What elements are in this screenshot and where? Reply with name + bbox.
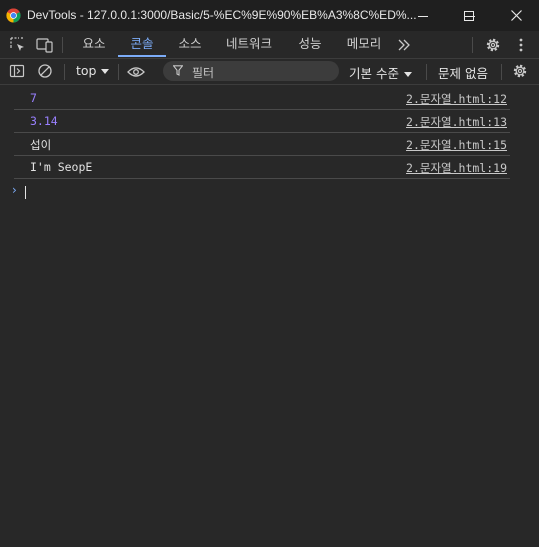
clear-icon xyxy=(38,64,52,78)
minimize-button-alt[interactable] xyxy=(400,0,446,31)
context-selector[interactable]: top xyxy=(76,63,110,78)
chevron-double-right-icon xyxy=(398,39,410,51)
close-icon xyxy=(510,10,522,21)
log-levels-dropdown[interactable]: 기본 수준 xyxy=(349,63,412,82)
chrome-logo-icon xyxy=(6,8,21,23)
divider xyxy=(64,64,65,80)
filter-placeholder: 필터 xyxy=(192,66,215,80)
console-prompt-icon: › xyxy=(12,183,17,197)
divider xyxy=(426,64,427,80)
console-message-text: 7 xyxy=(30,91,37,105)
device-icon xyxy=(36,38,53,53)
device-toolbar-button[interactable] xyxy=(36,36,54,54)
panel-tab-bar: 요소 콘솔 소스 네트워크 성능 메모리 xyxy=(0,31,539,59)
tab-console[interactable]: 콘솔 xyxy=(122,31,162,58)
tab-elements[interactable]: 요소 xyxy=(74,31,114,58)
more-tabs-button[interactable] xyxy=(395,36,413,54)
window-title: DevTools - 127.0.0.1:3000/Basic/5-%EC%9E… xyxy=(27,8,417,22)
context-label: top xyxy=(76,63,97,78)
eye-icon xyxy=(127,67,145,77)
tab-performance[interactable]: 성능 xyxy=(290,31,330,58)
maximize-icon xyxy=(464,10,474,21)
console-toolbar: top 필터 기본 수준 문제 없음 xyxy=(0,59,539,85)
console-message-row: I'm SeopE 2.문자열.html:19 xyxy=(0,155,510,178)
filter-input[interactable]: 필터 xyxy=(163,61,339,81)
sidebar-toggle-icon xyxy=(9,64,25,78)
settings-button[interactable] xyxy=(484,36,502,54)
console-settings-button[interactable] xyxy=(511,62,529,80)
live-expression-button[interactable] xyxy=(126,63,146,81)
source-link[interactable]: 2.문자열.html:19 xyxy=(406,160,507,176)
more-options-button[interactable] xyxy=(512,36,530,54)
console-message-text: I'm SeopE xyxy=(30,160,93,174)
chevron-down-icon xyxy=(101,69,110,74)
console-message-text: 섭이 xyxy=(30,138,52,152)
tab-sources[interactable]: 소스 xyxy=(170,31,210,58)
issues-button[interactable]: 문제 없음 xyxy=(438,63,488,82)
maximize-button[interactable] xyxy=(446,0,492,31)
active-tab-indicator xyxy=(118,55,166,57)
tab-network[interactable]: 네트워크 xyxy=(218,31,280,58)
gear-icon xyxy=(486,38,500,52)
inspect-icon xyxy=(10,37,24,51)
divider xyxy=(501,64,502,80)
show-sidebar-button[interactable] xyxy=(8,62,26,80)
gear-icon xyxy=(513,64,527,78)
title-bar: DevTools - 127.0.0.1:3000/Basic/5-%EC%9E… xyxy=(0,0,539,31)
divider xyxy=(62,37,63,53)
source-link[interactable]: 2.문자열.html:15 xyxy=(406,137,507,153)
log-levels-label: 기본 수준 xyxy=(349,66,399,81)
console-message-row: 3.14 2.문자열.html:13 xyxy=(0,109,510,132)
divider xyxy=(118,64,119,80)
chevron-down-icon xyxy=(403,72,412,77)
source-link[interactable]: 2.문자열.html:13 xyxy=(406,114,507,130)
source-link[interactable]: 2.문자열.html:12 xyxy=(406,91,507,107)
inspect-element-button[interactable] xyxy=(9,36,27,54)
console-message-text: 3.14 xyxy=(30,114,58,128)
row-divider xyxy=(14,178,510,179)
minimize-icon xyxy=(418,15,428,17)
console-message-row: 7 2.문자열.html:12 xyxy=(0,86,510,109)
clear-console-button[interactable] xyxy=(36,62,54,80)
tab-memory[interactable]: 메모리 xyxy=(338,31,390,58)
filter-icon xyxy=(173,65,183,76)
console-input-cursor[interactable] xyxy=(25,186,26,199)
close-button[interactable] xyxy=(493,0,539,31)
divider xyxy=(472,37,473,53)
kebab-menu-icon xyxy=(519,38,523,52)
console-message-row: 섭이 2.문자열.html:15 xyxy=(0,132,510,155)
